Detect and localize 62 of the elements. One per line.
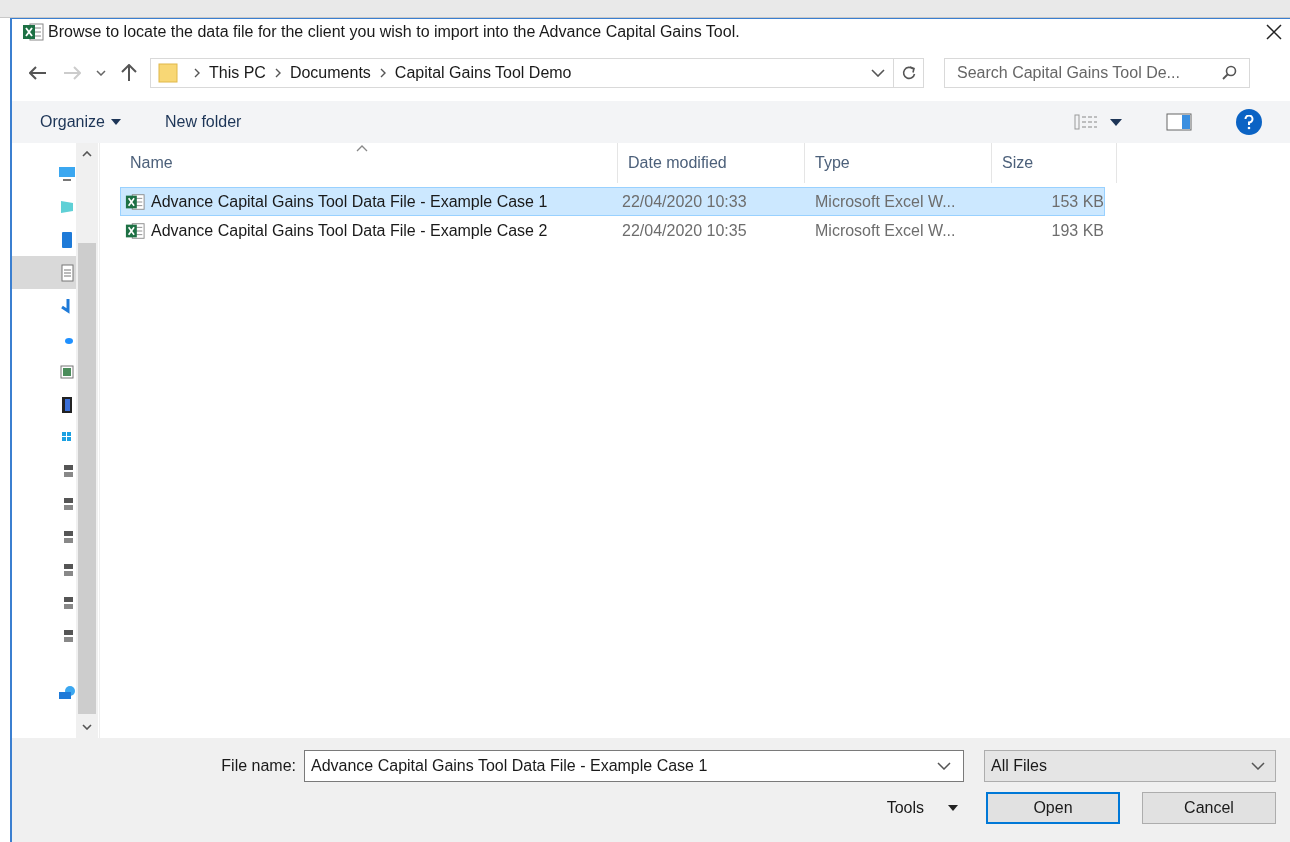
caret-down-icon xyxy=(1110,118,1122,126)
excel-file-icon xyxy=(125,191,145,212)
scrollbar-thumb[interactable] xyxy=(78,243,96,714)
chevron-right-icon xyxy=(273,68,282,78)
image-icon[interactable] xyxy=(58,362,76,381)
column-header[interactable]: Size xyxy=(992,143,1117,183)
chevron-down-icon xyxy=(937,762,951,770)
type-cell-text: Microsoft Excel W... xyxy=(814,191,957,212)
close-icon xyxy=(1266,24,1282,40)
file-type-dropdown[interactable]: All Files xyxy=(984,750,1276,782)
breadcrumb[interactable]: Documents xyxy=(289,61,371,85)
new-folder-button[interactable]: New folder xyxy=(164,110,242,134)
chevron-down-icon[interactable] xyxy=(871,69,885,77)
column-header[interactable]: Name xyxy=(120,143,618,183)
tools-button[interactable]: Tools xyxy=(886,796,958,820)
column-header[interactable]: Type xyxy=(805,143,992,183)
folder-icon xyxy=(157,62,179,84)
sort-up-icon xyxy=(356,145,368,152)
excel-logo-icon xyxy=(22,22,44,42)
window-title: Browse to locate the data file for the client you wish to import into the Advance Capital Gains Tool. xyxy=(48,22,740,42)
cancel-button[interactable]: Cancel xyxy=(1142,792,1276,824)
chevron-right-icon xyxy=(193,68,201,78)
back-arrow-icon xyxy=(29,66,47,80)
scroll-down-icon xyxy=(82,724,92,730)
scroll-up-icon xyxy=(82,151,92,157)
address-bar[interactable]: This PC Documents Capital Gains Tool Demo xyxy=(150,58,924,88)
file-row[interactable]: Advance Capital Gains Tool Data File - Example Case 2 22/04/2020 10:35 Microsoft Excel W... 193 KB xyxy=(120,216,1105,245)
file-name: Advance Capital Gains Tool Data File - Example Case 2 xyxy=(151,220,548,241)
chevron-down-icon xyxy=(96,70,106,76)
excel-file-icon xyxy=(125,220,145,241)
help-icon xyxy=(1244,114,1254,130)
forward-arrow-icon xyxy=(63,66,81,80)
caret-down-icon xyxy=(948,805,958,811)
column-header[interactable]: Date modified xyxy=(618,143,805,183)
chevron-down-icon xyxy=(1251,762,1265,770)
details-view-icon xyxy=(1074,114,1098,130)
up-arrow-icon xyxy=(121,64,137,82)
file-row[interactable]: Advance Capital Gains Tool Data File - Example Case 1 22/04/2020 10:33 Microsoft Excel W... 153 KB xyxy=(120,187,1105,216)
file-name-field[interactable]: Advance Capital Gains Tool Data File - Example Case 1 xyxy=(304,750,964,782)
caret-down-icon xyxy=(110,119,121,125)
scrollbar[interactable] xyxy=(76,143,98,738)
type-cell-text: Microsoft Excel W... xyxy=(814,220,957,241)
view-options-button[interactable] xyxy=(1074,114,1122,130)
preview-pane-button[interactable] xyxy=(1166,113,1192,131)
size-cell-text: 153 KB xyxy=(1050,191,1104,212)
breadcrumb[interactable]: This PC xyxy=(209,61,266,85)
refresh-icon xyxy=(901,66,916,80)
date-cell-text: 22/04/2020 10:33 xyxy=(621,191,748,212)
preview-pane-icon xyxy=(1166,113,1192,131)
help-button[interactable] xyxy=(1236,109,1262,135)
network-icon[interactable] xyxy=(58,683,76,702)
size-cell-text: 193 KB xyxy=(1050,220,1104,241)
open-button[interactable]: Open xyxy=(986,792,1120,824)
file-name-label: File name: xyxy=(221,756,296,776)
search-field[interactable]: Search Capital Gains Tool De... xyxy=(944,58,1250,88)
search-icon xyxy=(1221,65,1237,81)
breadcrumb[interactable]: Capital Gains Tool Demo xyxy=(394,61,572,85)
file-name: Advance Capital Gains Tool Data File - Example Case 1 xyxy=(151,191,548,212)
date-cell-text: 22/04/2020 10:35 xyxy=(621,220,748,241)
monitor-icon[interactable] xyxy=(58,164,76,183)
organize-button[interactable]: Organize xyxy=(40,110,121,134)
chevron-right-icon xyxy=(378,68,387,78)
